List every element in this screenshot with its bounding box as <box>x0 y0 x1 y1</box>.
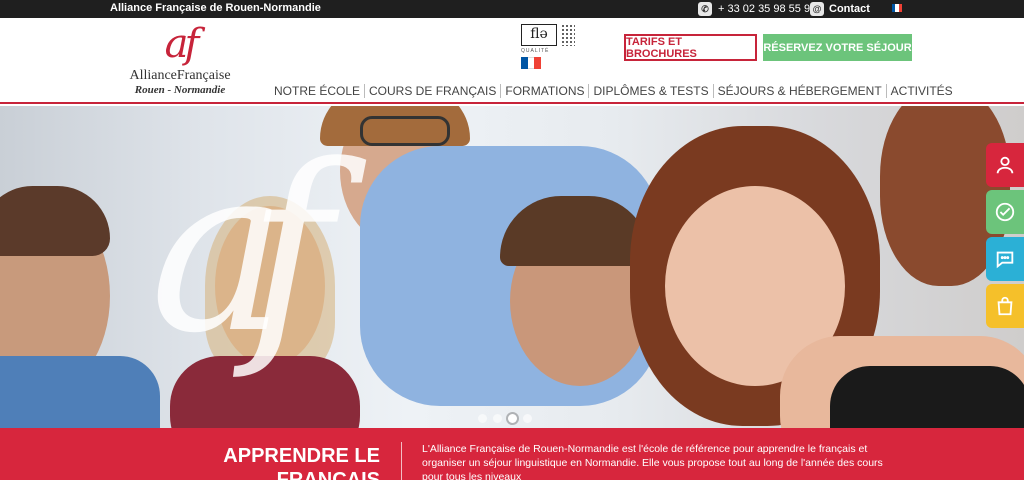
intro-title: APPRENDRE LE FRANÇAIS <box>223 445 380 480</box>
shopping-bag-icon <box>997 296 1013 316</box>
nav-item-cours-de-francais[interactable]: COURS DE FRANÇAIS <box>364 84 500 98</box>
side-quick-links <box>986 143 1024 331</box>
hero-slider[interactable]: af <box>0 106 1024 428</box>
chat-tab-button[interactable] <box>986 237 1024 281</box>
chat-icon <box>996 251 1014 269</box>
fle-dots-icon <box>561 24 575 46</box>
republique-francaise-icon <box>521 57 542 69</box>
logo-brand-text: AllianceFrançaise <box>129 68 231 83</box>
top-bar: Alliance Française de Rouen-Normandie ✆ … <box>0 0 1024 18</box>
slider-dot[interactable] <box>478 414 487 423</box>
phone-link[interactable]: ✆ + 33 02 35 98 55 99 <box>698 2 816 16</box>
check-icon <box>995 202 1015 222</box>
logo-sub-text: Rouen - Normandie <box>134 84 226 96</box>
intro-divider <box>401 442 402 480</box>
fle-quality-label: flə QUALITÉ <box>521 24 581 79</box>
nav-item-sejours-hebergement[interactable]: SÉJOURS & HÉBERGEMENT <box>712 84 886 98</box>
slider-dot-active[interactable] <box>508 414 517 423</box>
fle-mark: flə <box>521 24 557 46</box>
intro-text: L'Alliance Française de Rouen-Normandie … <box>422 443 883 480</box>
contact-label: Contact <box>829 3 870 15</box>
slider-dot[interactable] <box>493 414 502 423</box>
phone-number: + 33 02 35 98 55 99 <box>718 3 817 15</box>
shopping-tab-button[interactable] <box>986 284 1024 328</box>
tarifs-brochures-button[interactable]: TARIFS ET BROCHURES <box>624 34 757 61</box>
fle-qualite-text: QUALITÉ <box>521 48 550 54</box>
slider-dots <box>478 414 532 423</box>
site-header: af AllianceFrançaise Rouen - Normandie f… <box>0 18 1024 104</box>
site-name[interactable]: Alliance Française de Rouen-Normandie <box>110 2 321 14</box>
contact-link[interactable]: @ Contact <box>810 2 870 16</box>
nav-item-activites[interactable]: ACTIVITÉS <box>885 84 957 98</box>
slider-dot[interactable] <box>523 414 532 423</box>
alliance-francaise-logo[interactable]: af AllianceFrançaise Rouen - Normandie <box>120 24 240 104</box>
nav-item-notre-ecole[interactable]: NOTRE ÉCOLE <box>270 84 364 98</box>
check-tab-button[interactable] <box>986 190 1024 234</box>
nav-item-formations[interactable]: FORMATIONS <box>500 84 588 98</box>
reserver-sejour-button[interactable]: RÉSERVEZ VOTRE SÉJOUR <box>763 34 912 61</box>
user-icon <box>996 156 1014 174</box>
hero-af-watermark: af <box>150 117 332 384</box>
contact-icon: @ <box>810 2 824 16</box>
nav-item-diplomes-tests[interactable]: DIPLÔMES & TESTS <box>588 84 712 98</box>
intro-band: APPRENDRE LE FRANÇAIS L'Alliance Françai… <box>0 428 1024 480</box>
user-tab-button[interactable] <box>986 143 1024 187</box>
phone-icon: ✆ <box>698 2 712 16</box>
af-logo-mark: af <box>164 21 200 67</box>
main-nav: NOTRE ÉCOLE COURS DE FRANÇAIS FORMATIONS… <box>270 84 957 98</box>
french-flag-icon[interactable] <box>892 4 902 12</box>
